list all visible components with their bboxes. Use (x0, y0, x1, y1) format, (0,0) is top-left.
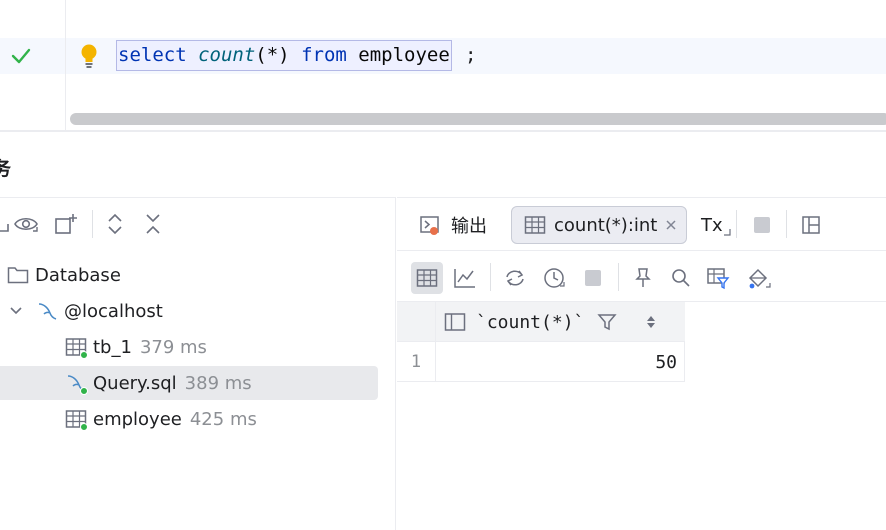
tab-result-count[interactable]: count(*):int (511, 206, 687, 244)
history-clock-icon[interactable] (538, 262, 570, 294)
keyword-select: select (118, 44, 187, 66)
table-row[interactable]: 1 50 (397, 342, 685, 382)
toolbar-separator (92, 210, 93, 238)
tree-item-localhost[interactable]: @localhost (0, 294, 378, 328)
mysql-dolphin-icon (65, 372, 88, 395)
keyword-from: from (301, 44, 347, 66)
status-dot (80, 423, 88, 431)
toolbar-separator (618, 263, 619, 291)
code-semicolon: ; (465, 44, 477, 66)
sql-editor[interactable]: ` select count(*) from employee ; (0, 0, 886, 130)
tree-item-label: tb_1 (93, 336, 132, 358)
collapse-all-icon[interactable] (139, 210, 167, 238)
chevron-down-icon[interactable] (8, 300, 24, 322)
services-tree-pane: Database @localhost tb_1 379 ms Query.sq… (0, 197, 396, 530)
status-dot (80, 387, 88, 395)
chart-view-icon[interactable] (449, 262, 481, 294)
tree-item-label: Query.sql (93, 372, 177, 394)
services-toolbar (0, 198, 396, 250)
tree-item-query-sql[interactable]: Query.sql 389 ms (0, 366, 378, 400)
horizontal-scrollbar[interactable] (70, 113, 886, 125)
code-table-name: employee (358, 44, 450, 66)
tree-item-label: employee (93, 408, 182, 430)
tree-item-time: 379 ms (139, 336, 207, 358)
column-icon (444, 311, 466, 333)
tree-item-label: @localhost (64, 300, 163, 322)
tree-item-time: 389 ms (184, 372, 252, 394)
tx-mode-dropdown[interactable]: Tx (693, 206, 739, 244)
cell-count-value[interactable]: 50 (435, 342, 685, 382)
pin-icon[interactable] (627, 262, 659, 294)
new-group-icon[interactable] (52, 210, 80, 238)
panel-divider[interactable] (0, 130, 886, 132)
row-number: 1 (410, 352, 422, 372)
layout-icon[interactable] (795, 209, 827, 241)
toolbar-separator (490, 263, 491, 291)
results-grid: `count(*)` 1 50 (397, 302, 886, 530)
services-panel-title: 务 (0, 158, 12, 180)
refresh-icon[interactable] (499, 262, 531, 294)
dropdown-corner-icon (723, 229, 731, 236)
results-pane: 输出 count(*):int Tx `count(*)` 1 50 (397, 197, 886, 530)
tx-label: Tx (701, 214, 723, 236)
paint-bucket-icon[interactable] (743, 262, 775, 294)
results-tab-bar: 输出 count(*):int Tx (397, 198, 886, 251)
filter-icon[interactable] (596, 311, 618, 333)
folder-icon (7, 264, 29, 286)
check-icon (11, 48, 31, 64)
search-icon[interactable] (665, 262, 697, 294)
tree-item-employee[interactable]: employee 425 ms (0, 402, 378, 436)
table-icon (524, 214, 546, 236)
status-dot (80, 351, 88, 359)
stop-icon[interactable] (577, 262, 609, 294)
table-icon (65, 408, 88, 431)
code-args: (*) (255, 44, 290, 66)
grid-header-row: `count(*)` (397, 302, 685, 342)
stop-icon[interactable] (746, 209, 778, 241)
console-icon (419, 214, 441, 236)
close-icon[interactable] (663, 214, 678, 236)
tab-label: 输出 (451, 216, 487, 237)
tab-output[interactable]: 输出 (411, 206, 495, 244)
tree-item-database[interactable]: Database (0, 258, 378, 292)
table-view-icon[interactable] (411, 262, 443, 294)
previous-code-line-fragment: ` (240, 0, 820, 6)
filter-table-icon[interactable] (703, 262, 735, 294)
lightbulb-icon[interactable] (80, 43, 98, 69)
column-header-count[interactable]: `count(*)` (435, 302, 685, 342)
tab-label: count(*):int (554, 214, 658, 236)
eye-icon[interactable] (12, 210, 40, 238)
tree-item-time: 425 ms (189, 408, 257, 430)
sort-icon[interactable] (640, 311, 662, 333)
code-line-selected[interactable]: select count(*) from employee (116, 40, 452, 71)
column-header-label: `count(*)` (476, 311, 585, 333)
tree-item-tb-1[interactable]: tb_1 379 ms (0, 330, 378, 364)
table-icon (65, 336, 88, 359)
mysql-dolphin-icon (36, 300, 58, 322)
function-count: count (198, 44, 256, 66)
toolbar-separator (736, 210, 737, 238)
toolbar-separator (786, 210, 787, 238)
tree-item-label: Database (35, 264, 121, 286)
results-toolbar (397, 252, 886, 302)
expand-all-icon[interactable] (101, 210, 129, 238)
